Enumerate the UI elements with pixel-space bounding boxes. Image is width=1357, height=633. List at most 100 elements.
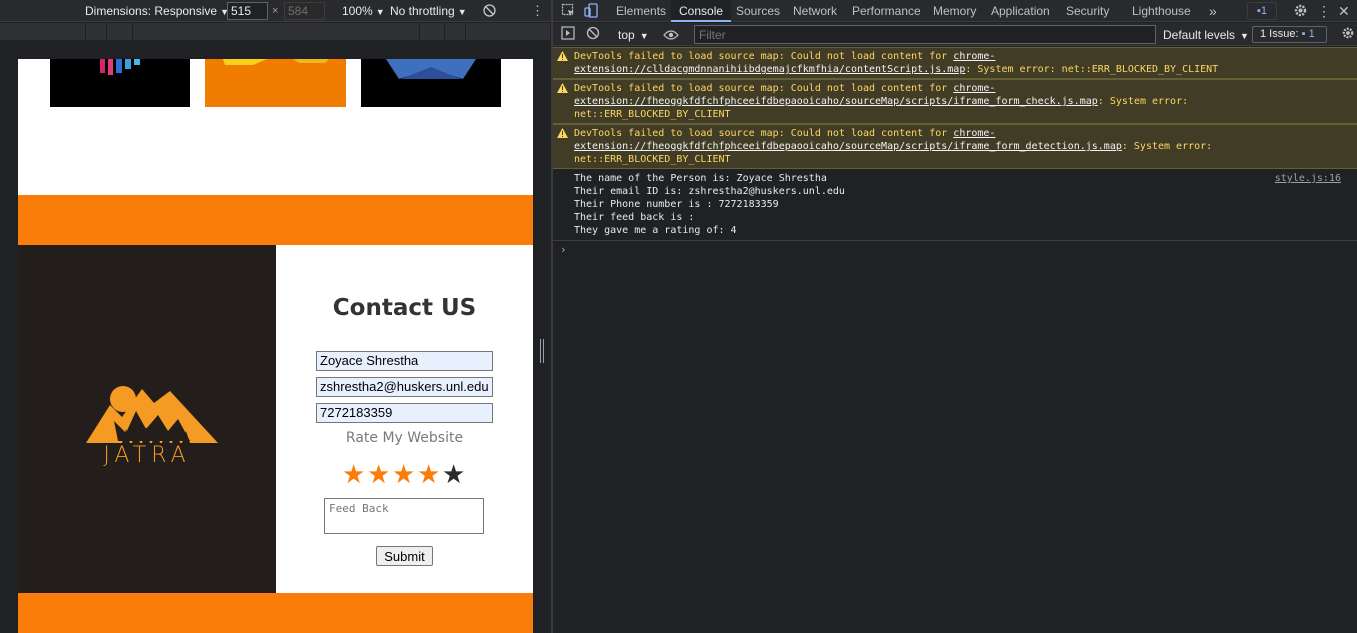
sidebar-toggle-icon[interactable]: [561, 26, 575, 45]
warning-text: DevTools failed to load source map: Coul…: [574, 51, 954, 62]
devtools-tabbar: Elements Console Sources Network Performance…: [553, 0, 1357, 22]
section-divider: [18, 195, 533, 245]
tab-performance[interactable]: Performance: [844, 0, 929, 22]
console-toolbar: top ▼ Default levels ▼ 1 Issue: ▪ 1: [553, 23, 1357, 46]
warning-text: DevTools failed to load source map: Coul…: [574, 128, 954, 139]
more-tabs-icon[interactable]: »: [1209, 0, 1217, 22]
filter-input[interactable]: [694, 25, 1156, 44]
console-prompt[interactable]: ›: [553, 241, 1357, 256]
devtools-menu-icon[interactable]: ⋮: [1317, 0, 1331, 22]
log-line: Their Phone number is : 7272183359: [574, 199, 779, 210]
ruler-segment[interactable]: [133, 23, 420, 40]
tab-elements[interactable]: Elements: [608, 0, 674, 22]
dimensions-label: Dimensions: Responsive: [85, 4, 218, 18]
message-icon: ▪: [1301, 28, 1306, 40]
log-line: Their feed back is :: [574, 212, 695, 223]
page-viewport: JATRA Contact US Zoyace Shrestha zshrest…: [18, 59, 533, 633]
ruler-segment[interactable]: [0, 23, 86, 40]
context-dropdown[interactable]: top ▼: [618, 28, 649, 42]
star-empty-icon[interactable]: ★: [442, 461, 465, 489]
log-line: Their email ID is: zshrestha2@huskers.un…: [574, 186, 845, 197]
device-toggle-icon[interactable]: [584, 3, 599, 23]
logo-wordmark: JATRA: [103, 443, 191, 468]
console-output: DevTools failed to load source map: Coul…: [553, 47, 1357, 633]
caret-down-icon: ▼: [375, 7, 385, 17]
warning-message: DevTools failed to load source map: Coul…: [553, 47, 1357, 79]
height-input[interactable]: [284, 2, 325, 20]
issues-count: 1: [1308, 28, 1315, 40]
tab-security[interactable]: Security: [1058, 0, 1117, 22]
contact-form: Contact US Zoyace Shrestha zshrestha2@hu…: [276, 245, 533, 593]
tab-sources[interactable]: Sources: [728, 0, 788, 22]
ruler-segment[interactable]: [107, 23, 133, 40]
settings-gear-icon[interactable]: [1293, 3, 1308, 23]
dimension-separator: ×: [272, 5, 279, 17]
star-filled-icon[interactable]: ★: [342, 461, 365, 489]
clear-console-icon[interactable]: [586, 26, 600, 45]
submit-button[interactable]: Submit: [376, 546, 433, 566]
devtools-panel: Elements Console Sources Network Performance…: [553, 0, 1357, 633]
jatra-logo: [86, 386, 218, 443]
rate-label: Rate My Website: [345, 430, 464, 446]
tab-network[interactable]: Network: [785, 0, 845, 22]
context-label: top: [618, 28, 635, 42]
log-lines: The name of the Person is: Zoyace Shrest…: [574, 172, 1347, 237]
gallery-tile[interactable]: [50, 59, 190, 107]
caret-down-icon: ▼: [1240, 31, 1249, 41]
prompt-chevron-icon: ›: [560, 243, 567, 256]
feedback-field[interactable]: [324, 498, 484, 534]
warning-triangle-icon: [557, 128, 568, 142]
log-levels-dropdown[interactable]: Default levels ▼: [1163, 28, 1249, 42]
logo-panel: JATRA: [18, 245, 276, 593]
console-settings-gear-icon[interactable]: [1341, 26, 1355, 45]
gallery-tile[interactable]: [205, 59, 346, 107]
contact-title: Contact US: [332, 295, 477, 321]
warning-error-text: : System error: net::ERR_BLOCKED_BY_CLIE…: [965, 64, 1219, 75]
warning-list: DevTools failed to load source map: Coul…: [553, 47, 1357, 169]
more-options-icon[interactable]: ⋮: [531, 3, 544, 19]
media-query-ruler[interactable]: [0, 23, 551, 40]
eye-icon[interactable]: [663, 28, 679, 46]
log-line: The name of the Person is: Zoyace Shrest…: [574, 173, 827, 184]
ruler-segment[interactable]: [86, 23, 107, 40]
warning-text: DevTools failed to load source map: Coul…: [574, 83, 954, 94]
star-filled-icon[interactable]: ★: [417, 461, 440, 489]
caret-down-icon: ▼: [639, 31, 649, 41]
tab-lighthouse[interactable]: Lighthouse: [1124, 0, 1199, 22]
log-source-link[interactable]: style.js:16: [1275, 172, 1341, 185]
throttling-dropdown[interactable]: No throttling ▼: [390, 4, 467, 18]
device-emulation-pane: Dimensions: Responsive▼ × 100%▼ No throt…: [0, 0, 551, 633]
rotate-icon[interactable]: [482, 3, 497, 21]
gallery-tile[interactable]: [361, 59, 501, 107]
ruler-segment[interactable]: [466, 23, 551, 40]
dimensions-dropdown[interactable]: Dimensions: Responsive ▼: [85, 4, 229, 18]
zoom-dropdown[interactable]: 100% ▼: [342, 4, 385, 18]
ruler-segment[interactable]: [420, 23, 445, 40]
inspect-element-icon[interactable]: [561, 3, 576, 23]
star-filled-icon[interactable]: ★: [392, 461, 415, 489]
width-input[interactable]: [227, 2, 268, 20]
issues-counter-button[interactable]: 1 Issue: ▪ 1: [1252, 26, 1327, 43]
phone-field[interactable]: 7272183359: [316, 403, 493, 423]
warning-message: DevTools failed to load source map: Coul…: [553, 124, 1357, 169]
email-field[interactable]: zshrestha2@huskers.unl.edu: [316, 377, 493, 397]
tab-memory[interactable]: Memory: [925, 0, 984, 22]
star-filled-icon[interactable]: ★: [367, 461, 390, 489]
name-field[interactable]: Zoyace Shrestha: [316, 351, 493, 371]
warning-triangle-icon: [557, 51, 568, 65]
drag-handle-icon[interactable]: [539, 339, 545, 363]
log-levels-label: Default levels: [1163, 28, 1236, 42]
issues-badge[interactable]: ▪1: [1247, 2, 1277, 20]
tab-console[interactable]: Console: [671, 0, 732, 22]
device-toolbar: Dimensions: Responsive▼ × 100%▼ No throt…: [0, 0, 551, 22]
contact-section: JATRA Contact US Zoyace Shrestha zshrest…: [18, 245, 533, 593]
issues-label: 1 Issue:: [1260, 28, 1299, 40]
issues-badge-count: 1: [1260, 5, 1268, 17]
ruler-segment[interactable]: [445, 23, 466, 40]
log-line: They gave me a rating of: 4: [574, 225, 737, 236]
warning-message: DevTools failed to load source map: Coul…: [553, 79, 1357, 124]
star-rating[interactable]: ★ ★ ★ ★ ★: [342, 461, 472, 489]
close-devtools-icon[interactable]: ✕: [1338, 0, 1350, 22]
tab-application[interactable]: Application: [983, 0, 1058, 22]
warning-triangle-icon: [557, 83, 568, 97]
